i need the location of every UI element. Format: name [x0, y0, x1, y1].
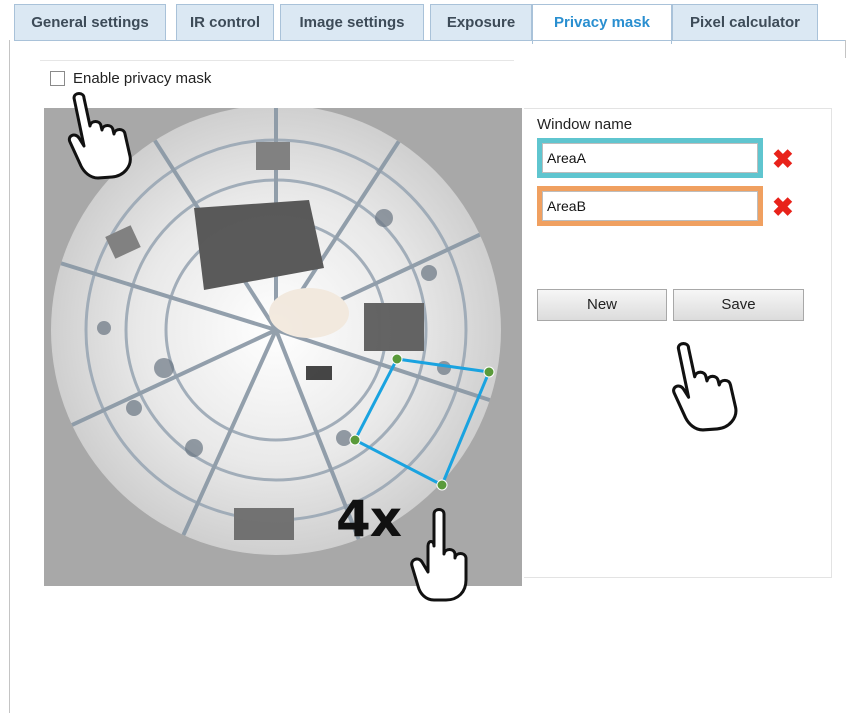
delete-x-icon[interactable]: ✖: [772, 194, 794, 220]
hand-pointer-icon: [67, 92, 132, 180]
hand-pointer-icon: [410, 508, 468, 602]
section-divider: [40, 60, 514, 61]
enable-privacy-mask-label: Enable privacy mask: [73, 69, 212, 87]
window-name-label: Window name: [537, 116, 633, 133]
save-button[interactable]: Save: [673, 289, 804, 321]
window-name-input-areaa[interactable]: [542, 143, 758, 173]
mask-vertex: [391, 353, 403, 365]
content-frame-left: [9, 40, 10, 713]
tab-image-settings[interactable]: Image settings: [280, 4, 424, 40]
tab-general-settings[interactable]: General settings: [14, 4, 166, 40]
window-item-areab: [537, 186, 763, 226]
tab-pixel-calculator[interactable]: Pixel calculator: [672, 4, 818, 40]
window-name-input-areab[interactable]: [542, 191, 758, 221]
content-frame-right: [845, 40, 846, 58]
mask-vertex: [349, 434, 361, 446]
enable-privacy-mask-row: Enable privacy mask: [50, 68, 211, 88]
tab-exposure[interactable]: Exposure: [430, 4, 532, 40]
tab-ir-control[interactable]: IR control: [176, 4, 274, 40]
tab-underline: [14, 40, 846, 41]
mask-vertex: [436, 479, 448, 491]
mask-vertex: [483, 366, 495, 378]
enable-privacy-mask-checkbox[interactable]: [50, 70, 65, 86]
window-item-areaa: [537, 138, 763, 178]
delete-x-icon[interactable]: ✖: [772, 146, 794, 172]
new-button[interactable]: New: [537, 289, 667, 321]
tab-privacy-mask[interactable]: Privacy mask: [532, 4, 672, 44]
click-count-label: 4x: [336, 490, 402, 548]
hand-pointer-icon: [672, 342, 738, 432]
